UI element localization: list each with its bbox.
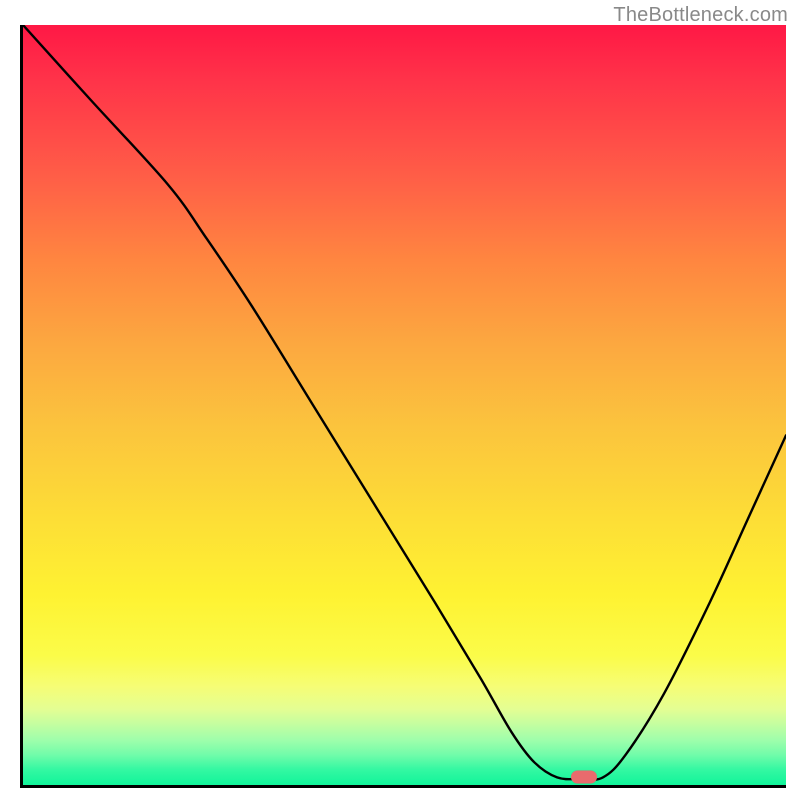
optimal-point-marker xyxy=(571,771,597,784)
bottleneck-chart: TheBottleneck.com xyxy=(0,0,800,800)
bottleneck-curve xyxy=(23,25,786,785)
plot-area xyxy=(20,25,786,788)
watermark-text: TheBottleneck.com xyxy=(613,4,788,27)
